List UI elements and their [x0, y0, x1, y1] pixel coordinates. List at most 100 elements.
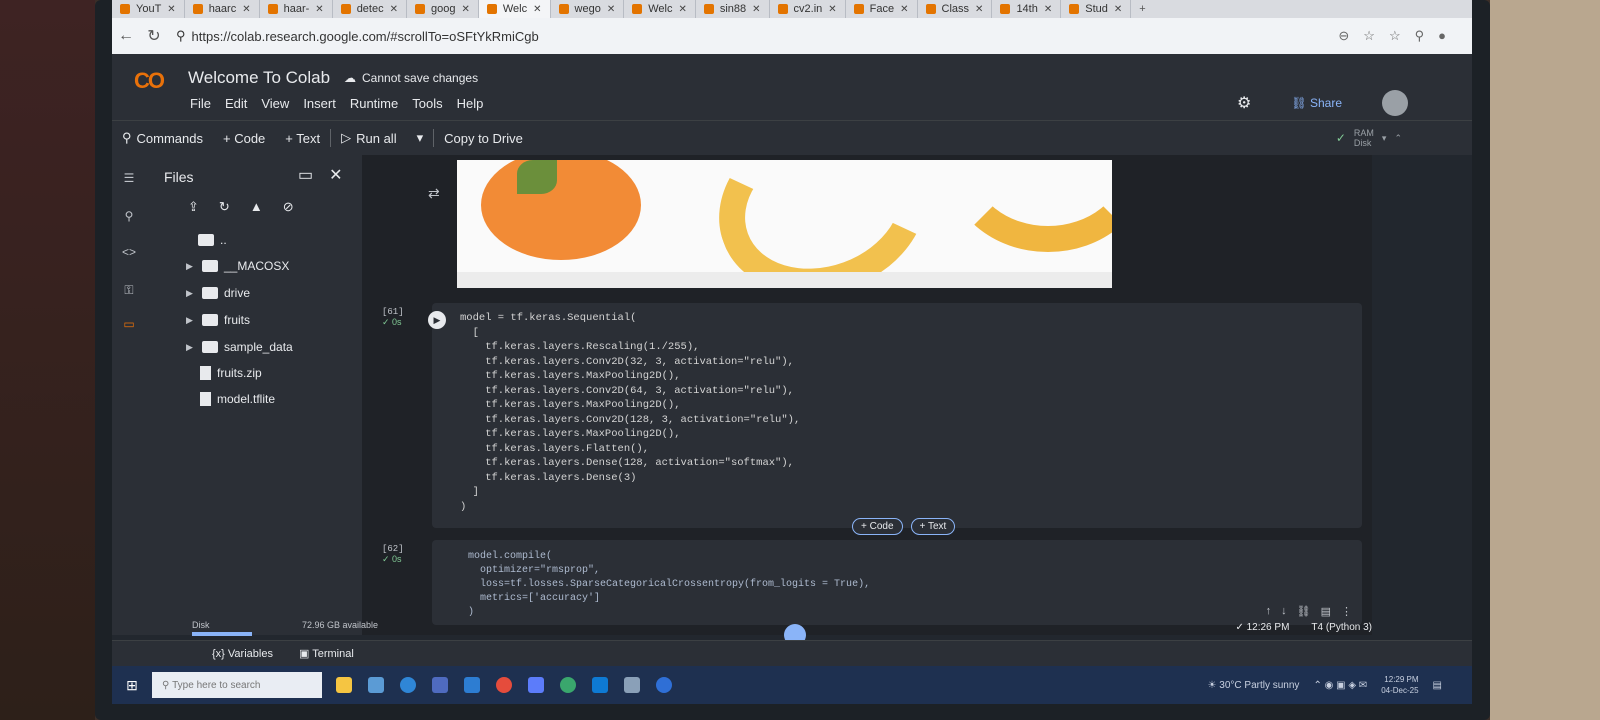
terminal-tab[interactable]: ▣ Terminal — [299, 647, 354, 660]
clock[interactable]: 12:29 PM 04-Dec-25 — [1381, 674, 1418, 696]
browser-tab[interactable]: sin88 ✕ — [696, 0, 770, 18]
menu-item[interactable]: Tools — [412, 96, 442, 111]
collections-icon[interactable]: ☆ — [1389, 28, 1401, 44]
table-of-contents-icon[interactable]: ☰ — [120, 171, 138, 185]
run-all-dropdown[interactable]: ▾ — [407, 130, 434, 146]
add-text-cell-button[interactable]: + Text — [910, 518, 956, 535]
upload-icon[interactable]: ⇪ — [188, 199, 199, 215]
secrets-key-icon[interactable]: ⚿ — [120, 283, 138, 298]
search-icon[interactable]: ⚲ — [120, 209, 138, 223]
notification-icon[interactable]: ▤ — [1433, 680, 1442, 691]
tab-close-icon[interactable]: ✕ — [242, 4, 250, 15]
add-code-cell-button[interactable]: + Code — [852, 518, 903, 535]
edge-icon[interactable] — [400, 677, 416, 693]
last-exec-time[interactable]: ✓ 12:26 PM — [1235, 622, 1289, 633]
tab-close-icon[interactable]: ✕ — [752, 4, 760, 15]
menu-item[interactable]: Runtime — [350, 96, 398, 111]
app-icon[interactable] — [656, 677, 672, 693]
profile-icon[interactable]: ● — [1438, 28, 1446, 44]
mount-drive-icon[interactable]: ▲ — [250, 199, 263, 215]
commands-button[interactable]: ⚲ Commands — [112, 130, 213, 146]
run-cell-button[interactable]: ▶ — [428, 311, 446, 329]
weather-widget[interactable]: ☀ 30°C Partly sunny — [1208, 680, 1300, 691]
tab-close-icon[interactable]: ✕ — [975, 4, 983, 15]
tab-close-icon[interactable]: ✕ — [1114, 4, 1122, 15]
file-explorer-icon[interactable] — [336, 677, 352, 693]
expand-arrow-icon[interactable]: ▶ — [186, 315, 196, 326]
tab-close-icon[interactable]: ✕ — [390, 4, 398, 15]
variables-tab[interactable]: {x} Variables — [212, 648, 273, 660]
task-view-icon[interactable] — [368, 677, 384, 693]
add-text-button[interactable]: + Text — [275, 131, 330, 146]
browser-icon[interactable] — [496, 677, 512, 693]
app-icon[interactable] — [560, 677, 576, 693]
copy-to-drive-button[interactable]: Copy to Drive — [434, 131, 533, 146]
browser-tab[interactable]: Welc ✕ — [624, 0, 696, 18]
runtime-info[interactable]: T4 (Python 3) — [1311, 622, 1372, 633]
browser-tab[interactable]: haarc ✕ — [185, 0, 260, 18]
colab-logo[interactable]: CO — [134, 68, 165, 94]
resource-monitor[interactable]: ✓ RAM Disk ▾ ⌃ — [1336, 128, 1472, 148]
close-icon[interactable]: ✕ — [329, 165, 342, 185]
menu-item[interactable]: View — [261, 96, 289, 111]
folder-item[interactable]: ▶ fruits — [186, 313, 250, 327]
menu-item[interactable]: Help — [457, 96, 484, 111]
back-icon[interactable]: ← — [112, 27, 140, 45]
browser-tab[interactable]: Stud ✕ — [1061, 0, 1132, 18]
folder-item[interactable]: ▶ __MACOSX — [186, 259, 289, 273]
expand-arrow-icon[interactable]: ▶ — [186, 342, 196, 353]
browser-tab[interactable]: YouT ✕ — [112, 0, 185, 18]
file-item[interactable]: fruits.zip — [200, 366, 262, 380]
vscode-icon[interactable] — [592, 677, 608, 693]
site-info-icon[interactable]: ⚲ — [176, 28, 186, 44]
browser-tab[interactable]: Face ✕ — [846, 0, 918, 18]
browser-tab[interactable]: cv2.in ✕ — [770, 0, 846, 18]
output-toggle-icon[interactable]: ⇄ — [428, 185, 440, 202]
move-down-icon[interactable]: ↓ — [1281, 605, 1287, 618]
folder-item[interactable]: .. — [198, 233, 227, 247]
run-all-button[interactable]: ▷ Run all — [331, 130, 406, 146]
tray-icons[interactable]: ⌃ ◉ ▣ ◈ ✉ — [1313, 680, 1367, 691]
link-icon[interactable]: ⛓ — [1297, 605, 1311, 618]
app-icon[interactable] — [528, 677, 544, 693]
browser-tab[interactable]: Welc ✕ — [478, 0, 551, 18]
tab-close-icon[interactable]: ✕ — [900, 4, 908, 15]
favorite-icon[interactable]: ☆ — [1363, 28, 1375, 44]
open-tab-icon[interactable]: ▭ — [298, 165, 313, 185]
code-cell[interactable]: [61] ✓ 0s ▶ model = tf.keras.Sequential(… — [382, 303, 1362, 528]
tab-close-icon[interactable]: ✕ — [167, 4, 175, 15]
menu-item[interactable]: File — [190, 96, 211, 111]
menu-item[interactable]: Insert — [303, 96, 336, 111]
more-icon[interactable]: ⋮ — [1341, 605, 1352, 618]
folder-item[interactable]: ▶ sample_data — [186, 340, 293, 354]
browser-tab[interactable]: 14th ✕ — [992, 0, 1062, 18]
hide-files-icon[interactable]: ⊘ — [283, 199, 294, 215]
mail-icon[interactable] — [464, 677, 480, 693]
new-tab-button[interactable]: + — [1131, 3, 1153, 15]
chevron-down-icon[interactable]: ▾ — [1382, 133, 1387, 144]
expand-arrow-icon[interactable]: ▶ — [186, 261, 196, 272]
browser-tab[interactable]: detec ✕ — [333, 0, 407, 18]
extensions-icon[interactable]: ⚲ — [1415, 28, 1425, 44]
reload-icon[interactable]: ↻ — [140, 26, 168, 46]
browser-tab[interactable]: Class ✕ — [918, 0, 993, 18]
url-field[interactable]: ⚲ https://colab.research.google.com/#scr… — [176, 28, 539, 44]
refresh-icon[interactable]: ↻ — [219, 199, 230, 215]
tab-close-icon[interactable]: ✕ — [1044, 4, 1052, 15]
browser-tab[interactable]: goog ✕ — [407, 0, 479, 18]
zoom-icon[interactable]: ⊖ — [1338, 28, 1349, 44]
avatar[interactable] — [1382, 90, 1408, 116]
comment-icon[interactable]: ▤ — [1321, 605, 1331, 618]
app-icon[interactable] — [624, 677, 640, 693]
share-button[interactable]: ⛓ Share — [1291, 96, 1342, 110]
folder-icon[interactable]: ▭ — [120, 317, 138, 331]
tab-close-icon[interactable]: ✕ — [533, 4, 541, 15]
store-icon[interactable] — [432, 677, 448, 693]
expand-arrow-icon[interactable]: ▶ — [186, 288, 196, 299]
tab-close-icon[interactable]: ✕ — [828, 4, 836, 15]
settings-gear-icon[interactable]: ⚙ — [1237, 93, 1251, 113]
notebook-title[interactable]: Welcome To Colab — [188, 68, 330, 88]
tab-close-icon[interactable]: ✕ — [461, 4, 469, 15]
add-code-button[interactable]: + Code — [213, 131, 275, 146]
folder-item[interactable]: ▶ drive — [186, 286, 250, 300]
